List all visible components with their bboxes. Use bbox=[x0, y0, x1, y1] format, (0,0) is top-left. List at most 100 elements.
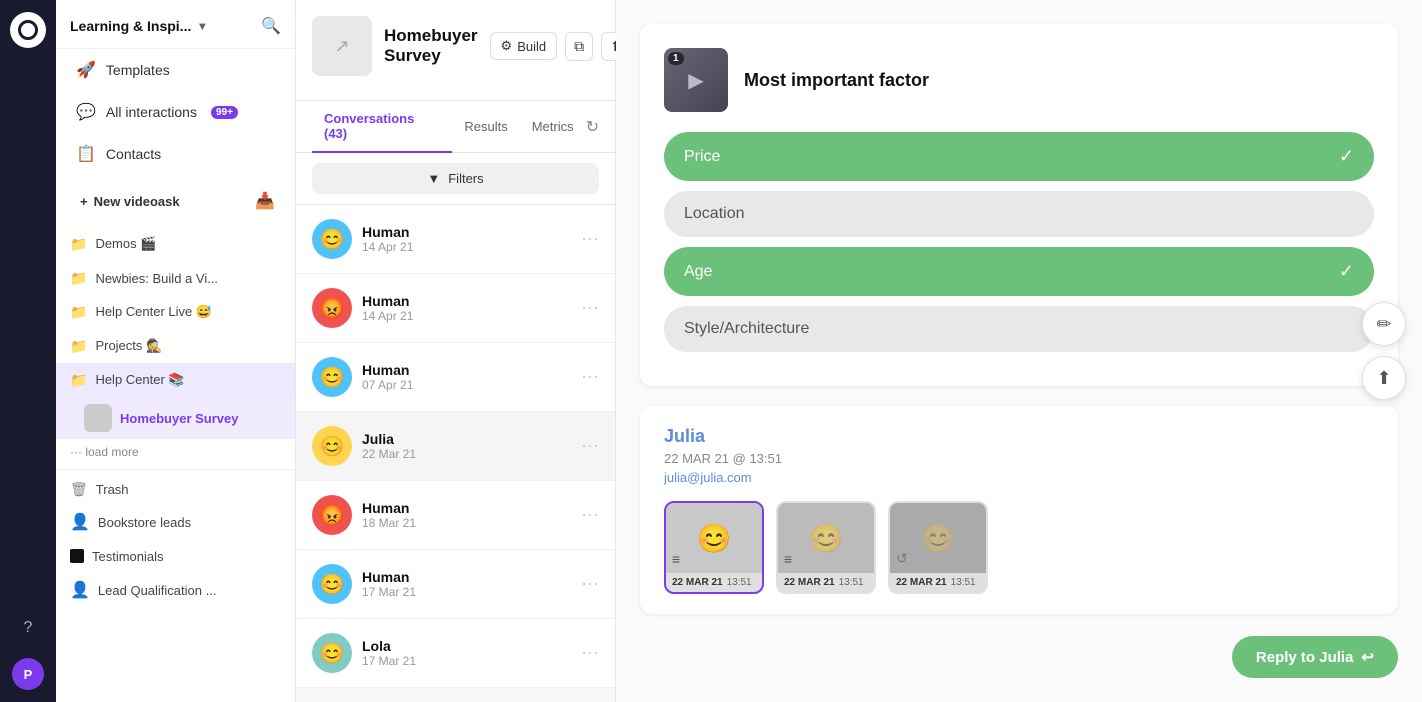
bookstore-label: Bookstore leads bbox=[98, 515, 257, 530]
search-icon[interactable]: 🔍 bbox=[261, 16, 281, 36]
conversations-list: 😊 Human 14 Apr 21 ⋯ 😡 Human 14 Apr 21 ⋯ … bbox=[296, 205, 615, 702]
sidebar-item-all-interactions[interactable]: 💬 All interactions 99+ bbox=[62, 92, 289, 132]
sidebar-item-trash[interactable]: 🗑 Trash bbox=[56, 474, 295, 505]
conv-info: Human 07 Apr 21 bbox=[362, 362, 571, 392]
workspace-selector[interactable]: Learning & Inspi... ▾ bbox=[70, 18, 205, 34]
conv-more-icon[interactable]: ⋯ bbox=[581, 505, 599, 526]
folder-demos[interactable]: 📁 Demos 🎬 ⋯ bbox=[56, 227, 295, 261]
thumb-time-row: 22 MAR 21 13:51 bbox=[890, 573, 986, 592]
interactions-label: All interactions bbox=[106, 104, 197, 120]
trash-icon: 🗑 bbox=[70, 481, 88, 498]
answer-option-style[interactable]: Style/Architecture bbox=[664, 306, 1374, 352]
folder-icon: 📁 bbox=[70, 338, 87, 355]
conv-date: 14 Apr 21 bbox=[362, 309, 571, 323]
video-response-3[interactable]: 😊 ↺ 22 MAR 21 13:51 bbox=[888, 501, 988, 594]
new-videoask-button[interactable]: + New videoask bbox=[72, 188, 188, 215]
folder-help-center[interactable]: 📁 Help Center 📚 ⋯ bbox=[56, 363, 295, 397]
answer-option-age[interactable]: Age ✓ bbox=[664, 247, 1374, 296]
thumb-visual: 😊 ≡ bbox=[666, 503, 762, 573]
transcript-icon: ↺ bbox=[896, 550, 908, 567]
folder-newbies[interactable]: 📁 Newbies: Build a Vi... ⋯ bbox=[56, 261, 295, 295]
build-button[interactable]: ⚙ Build bbox=[490, 32, 558, 60]
bookstore-icon: 👤 bbox=[70, 512, 90, 532]
thumb-time: 13:51 bbox=[951, 577, 976, 588]
thumb-time-row: 22 MAR 21 13:51 bbox=[778, 573, 874, 592]
answer-option-location[interactable]: Location bbox=[664, 191, 1374, 237]
tab-results[interactable]: Results bbox=[452, 109, 519, 146]
filter-icon: ▼ bbox=[427, 171, 440, 186]
build-icon: ⚙ bbox=[501, 38, 513, 54]
survey-item-homebuyer[interactable]: Homebuyer Survey ⋯ bbox=[56, 397, 295, 439]
survey-tabs: Conversations (43) Results Metrics ↻ bbox=[296, 101, 615, 153]
testimonials-label: Testimonials bbox=[92, 549, 257, 564]
app-logo[interactable] bbox=[10, 12, 46, 48]
tab-conversations[interactable]: Conversations (43) bbox=[312, 101, 452, 153]
refresh-icon[interactable]: ↻ bbox=[586, 117, 599, 137]
user-avatar[interactable]: P bbox=[12, 658, 44, 690]
conversation-item[interactable]: 😊 Human 14 Apr 21 ⋯ bbox=[296, 205, 615, 274]
folder-projects[interactable]: 📁 Projects 🕵 ⋯ bbox=[56, 329, 295, 363]
detail-scroll: ▶ 1 Most important factor Price ✓ Locati… bbox=[616, 0, 1422, 702]
conv-avatar: 😊 bbox=[312, 564, 352, 604]
question-video-thumbnail[interactable]: ▶ 1 bbox=[664, 48, 728, 112]
video-response-2[interactable]: 😊 ≡ 22 MAR 21 13:51 bbox=[776, 501, 876, 594]
conv-avatar: 😊 bbox=[312, 219, 352, 259]
filters-bar: ▼ Filters bbox=[296, 153, 615, 205]
interactions-icon: 💬 bbox=[76, 102, 96, 122]
folder-help-center-live[interactable]: 📁 Help Center Live 😅 ⋯ bbox=[56, 295, 295, 329]
face-icon: 😊 bbox=[921, 522, 956, 555]
conv-date: 14 Apr 21 bbox=[362, 240, 571, 254]
conv-name: Lola bbox=[362, 638, 571, 654]
sidebar-item-contacts[interactable]: 📋 Contacts bbox=[62, 134, 289, 174]
conv-more-icon[interactable]: ⋯ bbox=[581, 643, 599, 664]
conv-more-icon[interactable]: ⋯ bbox=[581, 574, 599, 595]
float-actions: ✏ ⬆ bbox=[1362, 302, 1406, 400]
sidebar-item-lead-qualification[interactable]: 👤 Lead Qualification ... ⋯ bbox=[56, 573, 295, 607]
respondent-name: Julia bbox=[664, 426, 1374, 447]
conv-more-icon[interactable]: ⋯ bbox=[581, 367, 599, 388]
conv-info: Human 14 Apr 21 bbox=[362, 293, 571, 323]
conv-more-icon[interactable]: ⋯ bbox=[581, 298, 599, 319]
video-number-badge: 1 bbox=[668, 52, 684, 65]
reply-button[interactable]: Reply to Julia ↩ bbox=[1232, 636, 1398, 678]
section-divider bbox=[56, 469, 295, 470]
thumb-date: 22 MAR 21 bbox=[672, 577, 723, 588]
filters-button[interactable]: ▼ Filters bbox=[312, 163, 599, 194]
interactions-badge: 99+ bbox=[211, 106, 238, 119]
conv-date: 22 Mar 21 bbox=[362, 447, 571, 461]
duplicate-button[interactable]: ⧉ bbox=[565, 32, 593, 61]
conv-name: Human bbox=[362, 569, 571, 585]
sidebar-item-testimonials[interactable]: Testimonials ⋯ bbox=[56, 539, 295, 573]
answer-option-price[interactable]: Price ✓ bbox=[664, 132, 1374, 181]
conversation-item-lola[interactable]: 😊 Lola 17 Mar 21 ⋯ bbox=[296, 619, 615, 688]
sidebar-item-templates[interactable]: 🚀 Templates bbox=[62, 50, 289, 90]
help-icon[interactable]: ? bbox=[10, 610, 46, 646]
sidebar-item-bookstore-leads[interactable]: 👤 Bookstore leads ⋯ bbox=[56, 505, 295, 539]
tab-metrics[interactable]: Metrics bbox=[520, 109, 586, 146]
thumb-visual: 😊 ≡ bbox=[778, 503, 874, 573]
folder-name: Help Center Live 😅 bbox=[95, 304, 257, 320]
folder-icon: 📁 bbox=[70, 372, 87, 389]
conversation-item[interactable]: 😡 Human 14 Apr 21 ⋯ bbox=[296, 274, 615, 343]
import-button[interactable]: 📥 bbox=[251, 187, 279, 215]
load-more-button[interactable]: ··· load more bbox=[56, 439, 295, 465]
thumb-time: 13:51 bbox=[727, 577, 752, 588]
conversation-item[interactable]: 😊 Human 07 Apr 21 ⋯ bbox=[296, 343, 615, 412]
answer-label: Location bbox=[684, 205, 745, 223]
video-response-1[interactable]: 😊 ≡ 22 MAR 21 13:51 bbox=[664, 501, 764, 594]
conversation-item[interactable]: 😊 Human 17 Mar 21 ⋯ bbox=[296, 550, 615, 619]
survey-thumb-small bbox=[84, 404, 112, 432]
contacts-label: Contacts bbox=[106, 146, 161, 162]
respondent-section: Julia 22 MAR 21 @ 13:51 julia@julia.com … bbox=[640, 406, 1398, 614]
conversation-item-julia[interactable]: 😊 Julia 22 Mar 21 ⋯ bbox=[296, 412, 615, 481]
conv-more-icon[interactable]: ⋯ bbox=[581, 229, 599, 250]
edit-float-button[interactable]: ✏ bbox=[1362, 302, 1406, 346]
conv-info: Lola 17 Mar 21 bbox=[362, 638, 571, 668]
video-preview: ▶ 1 Most important factor bbox=[664, 48, 1374, 112]
conv-avatar: 😡 bbox=[312, 288, 352, 328]
conversation-item[interactable]: 😡 Human 18 Mar 21 ⋯ bbox=[296, 481, 615, 550]
conv-more-icon[interactable]: ⋯ bbox=[581, 436, 599, 457]
share-float-button[interactable]: ⬆ bbox=[1362, 356, 1406, 400]
conv-info: Julia 22 Mar 21 bbox=[362, 431, 571, 461]
conv-avatar: 😊 bbox=[312, 426, 352, 466]
